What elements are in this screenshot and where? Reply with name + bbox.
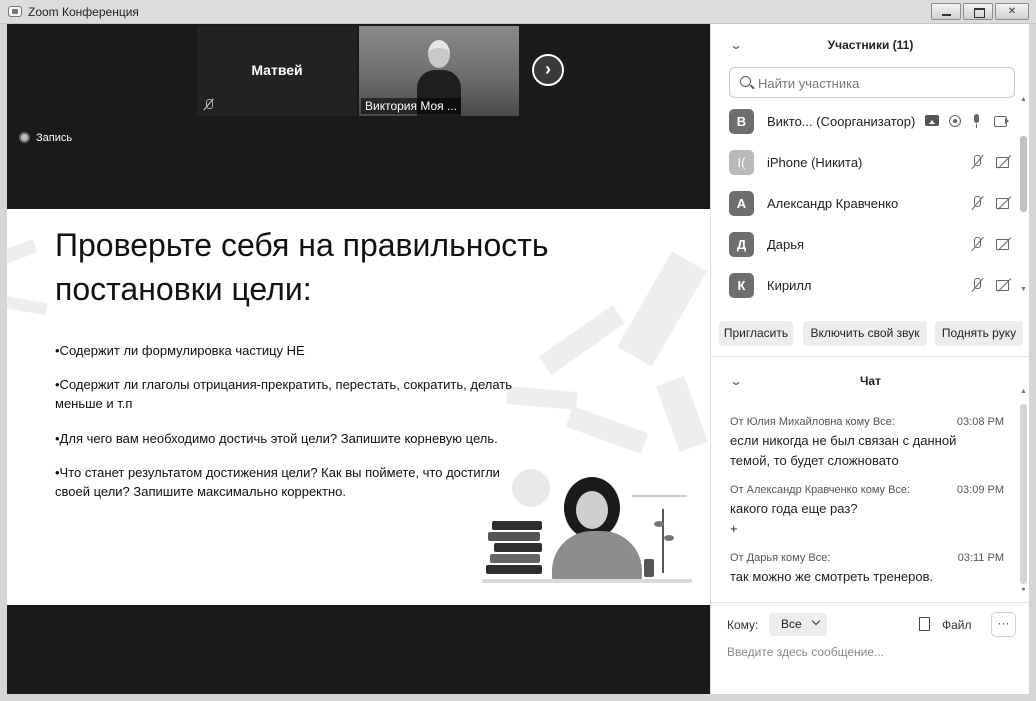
side-panel: ⌄ Участники (11) Найти участника В Викто… <box>710 24 1030 694</box>
mic-off-icon <box>969 154 985 170</box>
avatar: К <box>729 273 754 298</box>
invite-button[interactable]: Пригласить <box>719 321 793 346</box>
section-divider <box>711 356 1030 357</box>
more-options-button[interactable]: ··· <box>991 612 1016 637</box>
slide-illustration <box>482 469 702 589</box>
raise-hand-button[interactable]: Поднять руку <box>935 321 1023 346</box>
participants-header: Участники (11) <box>827 38 914 52</box>
recipient-value: Все <box>781 617 802 631</box>
window-title: Zoom Конференция <box>28 5 139 19</box>
search-placeholder: Найти участника <box>758 76 860 91</box>
message-text: какого года еще раз? + <box>730 501 858 536</box>
avatar: В <box>729 109 754 134</box>
chat-scroll-down-arrow[interactable]: ● <box>1020 586 1027 593</box>
window-titlebar: Zoom Конференция ✕ <box>0 0 1036 24</box>
video-tile-matvey[interactable]: Матвей <box>197 26 357 116</box>
file-button[interactable]: Файл <box>942 618 972 632</box>
record-icon <box>949 115 961 127</box>
slide-title: Проверьте себя на правильность постановк… <box>55 227 549 307</box>
participant-row[interactable]: В Викто... (Соорганизатор) <box>729 105 1015 137</box>
message-time: 03:11 PM <box>957 552 1004 564</box>
mic-off-icon <box>969 195 985 211</box>
zoom-app-icon <box>8 6 22 17</box>
camera-on-icon[interactable] <box>993 113 1009 129</box>
participant-row[interactable]: Д Дарья <box>729 228 1015 260</box>
chat-header: Чат <box>860 374 881 388</box>
participant-name: Александр Кравченко <box>767 196 899 211</box>
participant-name: Кирилл <box>767 278 812 293</box>
search-icon <box>740 76 751 87</box>
maximize-button[interactable] <box>963 3 993 20</box>
chat-scrollbar[interactable] <box>1020 404 1027 584</box>
slide-bullet: •Содержит ли глаголы отрицания-прекратит… <box>55 377 513 411</box>
message-text: если никогда не был связан с данной темо… <box>730 433 957 468</box>
shared-slide: Проверьте себя на правильность постановк… <box>7 209 710 605</box>
camera-off-icon <box>995 236 1011 252</box>
message-meta: От Юлия Михайловна кому Все: <box>730 416 895 428</box>
recording-indicator: Запись <box>19 132 72 144</box>
unmute-button[interactable]: Включить свой звук <box>803 321 927 346</box>
share-screen-icon <box>925 115 939 126</box>
slide-bullet: •Содержит ли формулировка частицу НЕ <box>55 343 305 358</box>
next-page-button[interactable]: › <box>532 54 564 86</box>
scroll-up-arrow[interactable]: ▲ <box>1020 96 1027 103</box>
mic-on-icon[interactable] <box>969 113 985 129</box>
message-time: 03:08 PM <box>956 416 1004 428</box>
participants-scrollbar[interactable] <box>1020 136 1027 212</box>
recipient-select[interactable]: Все <box>769 613 827 636</box>
recipient-label: Кому: <box>727 618 759 632</box>
video-tile-viktoria[interactable]: Виктория Моя ... <box>359 26 519 116</box>
camera-off-icon <box>995 154 1011 170</box>
mic-off-icon <box>969 277 985 293</box>
participant-row[interactable]: I( iPhone (Никита) <box>729 146 1015 178</box>
chat-message-input[interactable]: Введите здесь сообщение... <box>727 645 1017 659</box>
avatar: I( <box>729 150 754 175</box>
participant-row[interactable]: К Кирилл <box>729 269 1015 301</box>
recording-icon <box>19 132 30 143</box>
participant-name: iPhone (Никита) <box>767 155 863 170</box>
participant-search-input[interactable]: Найти участника <box>729 67 1015 98</box>
chevron-down-icon <box>811 616 821 626</box>
section-divider <box>711 602 1030 603</box>
avatar: Д <box>729 232 754 257</box>
slide-bullet: •Для чего вам необходимо достичь этой це… <box>55 431 498 446</box>
slide-bullet: •Что станет результатом достижения цели?… <box>55 465 500 499</box>
message-time: 03:09 PM <box>956 484 1004 496</box>
participant-name: Викто... (Соорганизатор) <box>767 114 916 129</box>
message-meta: От Александр Кравченко кому Все: <box>730 484 911 496</box>
mic-off-icon <box>969 236 985 252</box>
participant-name: Дарья <box>767 237 805 252</box>
camera-off-icon <box>995 195 1011 211</box>
minimize-button[interactable] <box>931 3 961 20</box>
recording-label: Запись <box>36 132 73 144</box>
file-icon[interactable] <box>919 617 930 631</box>
camera-off-icon <box>995 277 1011 293</box>
participant-name: Матвей <box>251 62 303 78</box>
participant-name: Виктория Моя ... <box>361 98 461 114</box>
avatar: А <box>729 191 754 216</box>
message-text: так можно же смотреть тренеров. <box>730 569 934 584</box>
mic-muted-icon <box>203 98 215 112</box>
video-area: Матвей Виктория Моя ... › Запись Проверь… <box>7 24 710 694</box>
scroll-down-arrow[interactable]: ▼ <box>1020 286 1027 293</box>
participant-row[interactable]: А Александр Кравченко <box>729 187 1015 219</box>
message-meta: От Дарья кому Все: <box>730 552 831 564</box>
chat-scroll-up-arrow[interactable]: ▲ <box>1020 388 1027 395</box>
close-button[interactable]: ✕ <box>995 3 1029 20</box>
